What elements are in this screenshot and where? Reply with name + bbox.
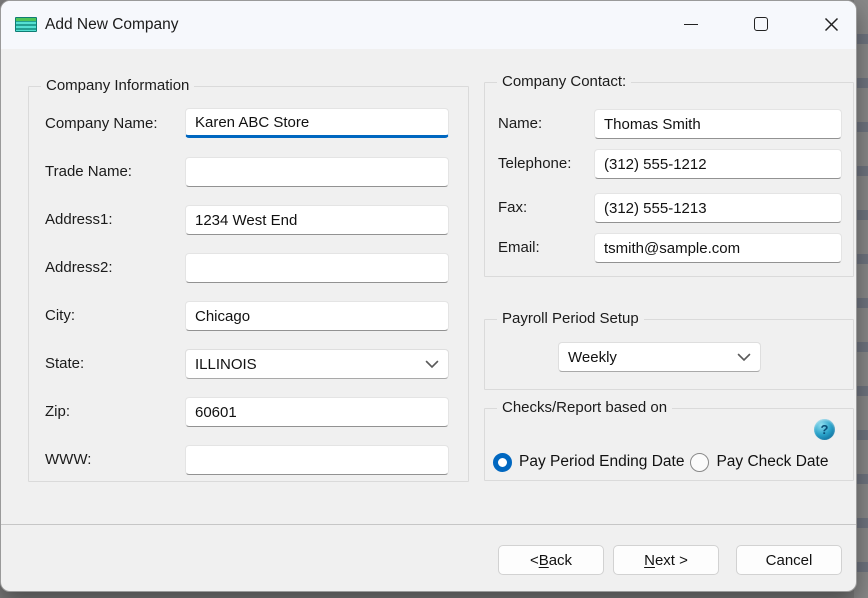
- back-button[interactable]: < Back: [498, 545, 604, 575]
- close-button[interactable]: [808, 5, 854, 43]
- trade-name-label: Trade Name:: [45, 158, 132, 186]
- group-title: Company Contact:: [497, 73, 631, 90]
- group-title: Checks/Report based on: [497, 399, 672, 416]
- www-label: WWW:: [45, 446, 91, 474]
- group-checks-report: Checks/Report based on ? Pay Period Endi…: [484, 408, 854, 481]
- next-button[interactable]: Next >: [613, 545, 719, 575]
- back-label-pre: <: [530, 552, 539, 569]
- city-input[interactable]: [185, 301, 449, 331]
- state-combobox[interactable]: ILLINOIS: [185, 349, 449, 379]
- state-value: ILLINOIS: [195, 356, 425, 373]
- address2-input[interactable]: [185, 253, 449, 283]
- radio-label: Pay Period Ending Date: [519, 453, 684, 471]
- ledger-icon: [15, 17, 37, 32]
- cancel-label: Cancel: [766, 552, 813, 569]
- address2-label: Address2:: [45, 254, 113, 282]
- www-input[interactable]: [185, 445, 449, 475]
- next-label-post: ext >: [655, 552, 688, 569]
- contact-name-input[interactable]: [594, 109, 842, 139]
- fax-label: Fax:: [498, 194, 527, 222]
- company-name-label: Company Name:: [45, 110, 158, 138]
- state-label: State:: [45, 350, 84, 378]
- footer-separator: [1, 524, 857, 525]
- address1-label: Address1:: [45, 206, 113, 234]
- email-label: Email:: [498, 234, 540, 262]
- next-label-accel: N: [644, 552, 655, 569]
- email-input[interactable]: [594, 233, 842, 263]
- trade-name-input[interactable]: [185, 157, 449, 187]
- close-icon: [824, 17, 839, 32]
- help-globe-icon[interactable]: ?: [814, 419, 835, 440]
- maximize-button[interactable]: [738, 5, 784, 43]
- telephone-input[interactable]: [594, 149, 842, 179]
- radio-pay-check-date[interactable]: [690, 453, 709, 472]
- chevron-down-icon: [737, 353, 751, 362]
- payroll-period-combobox[interactable]: Weekly: [558, 342, 761, 372]
- address1-input[interactable]: [185, 205, 449, 235]
- group-title: Company Information: [41, 77, 194, 94]
- group-payroll-period-setup: Payroll Period Setup Weekly: [484, 319, 854, 390]
- zip-label: Zip:: [45, 398, 70, 426]
- group-company-contact: Company Contact: Name: Telephone: Fax: E…: [484, 82, 854, 277]
- fax-input[interactable]: [594, 193, 842, 223]
- payroll-period-value: Weekly: [568, 349, 737, 366]
- telephone-label: Telephone:: [498, 150, 571, 178]
- zip-input[interactable]: [185, 397, 449, 427]
- cancel-button[interactable]: Cancel: [736, 545, 842, 575]
- add-new-company-dialog: Add New Company Company Information Comp…: [0, 0, 857, 592]
- minimize-button[interactable]: [668, 5, 714, 43]
- group-title: Payroll Period Setup: [497, 310, 644, 327]
- titlebar: Add New Company: [1, 1, 856, 49]
- back-label-post: ack: [549, 552, 572, 569]
- checks-radio-row: Pay Period Ending Date Pay Check Date: [493, 451, 834, 473]
- radio-label: Pay Check Date: [716, 453, 828, 471]
- chevron-down-icon: [425, 360, 439, 369]
- company-name-input[interactable]: [185, 108, 449, 138]
- contact-name-label: Name:: [498, 110, 542, 138]
- group-company-information: Company Information Company Name: Trade …: [28, 86, 469, 482]
- radio-pay-period-ending-date[interactable]: [493, 453, 512, 472]
- back-label-accel: B: [539, 552, 549, 569]
- window-title: Add New Company: [45, 1, 179, 49]
- maximize-icon: [754, 17, 768, 31]
- city-label: City:: [45, 302, 75, 330]
- minimize-icon: [684, 24, 698, 25]
